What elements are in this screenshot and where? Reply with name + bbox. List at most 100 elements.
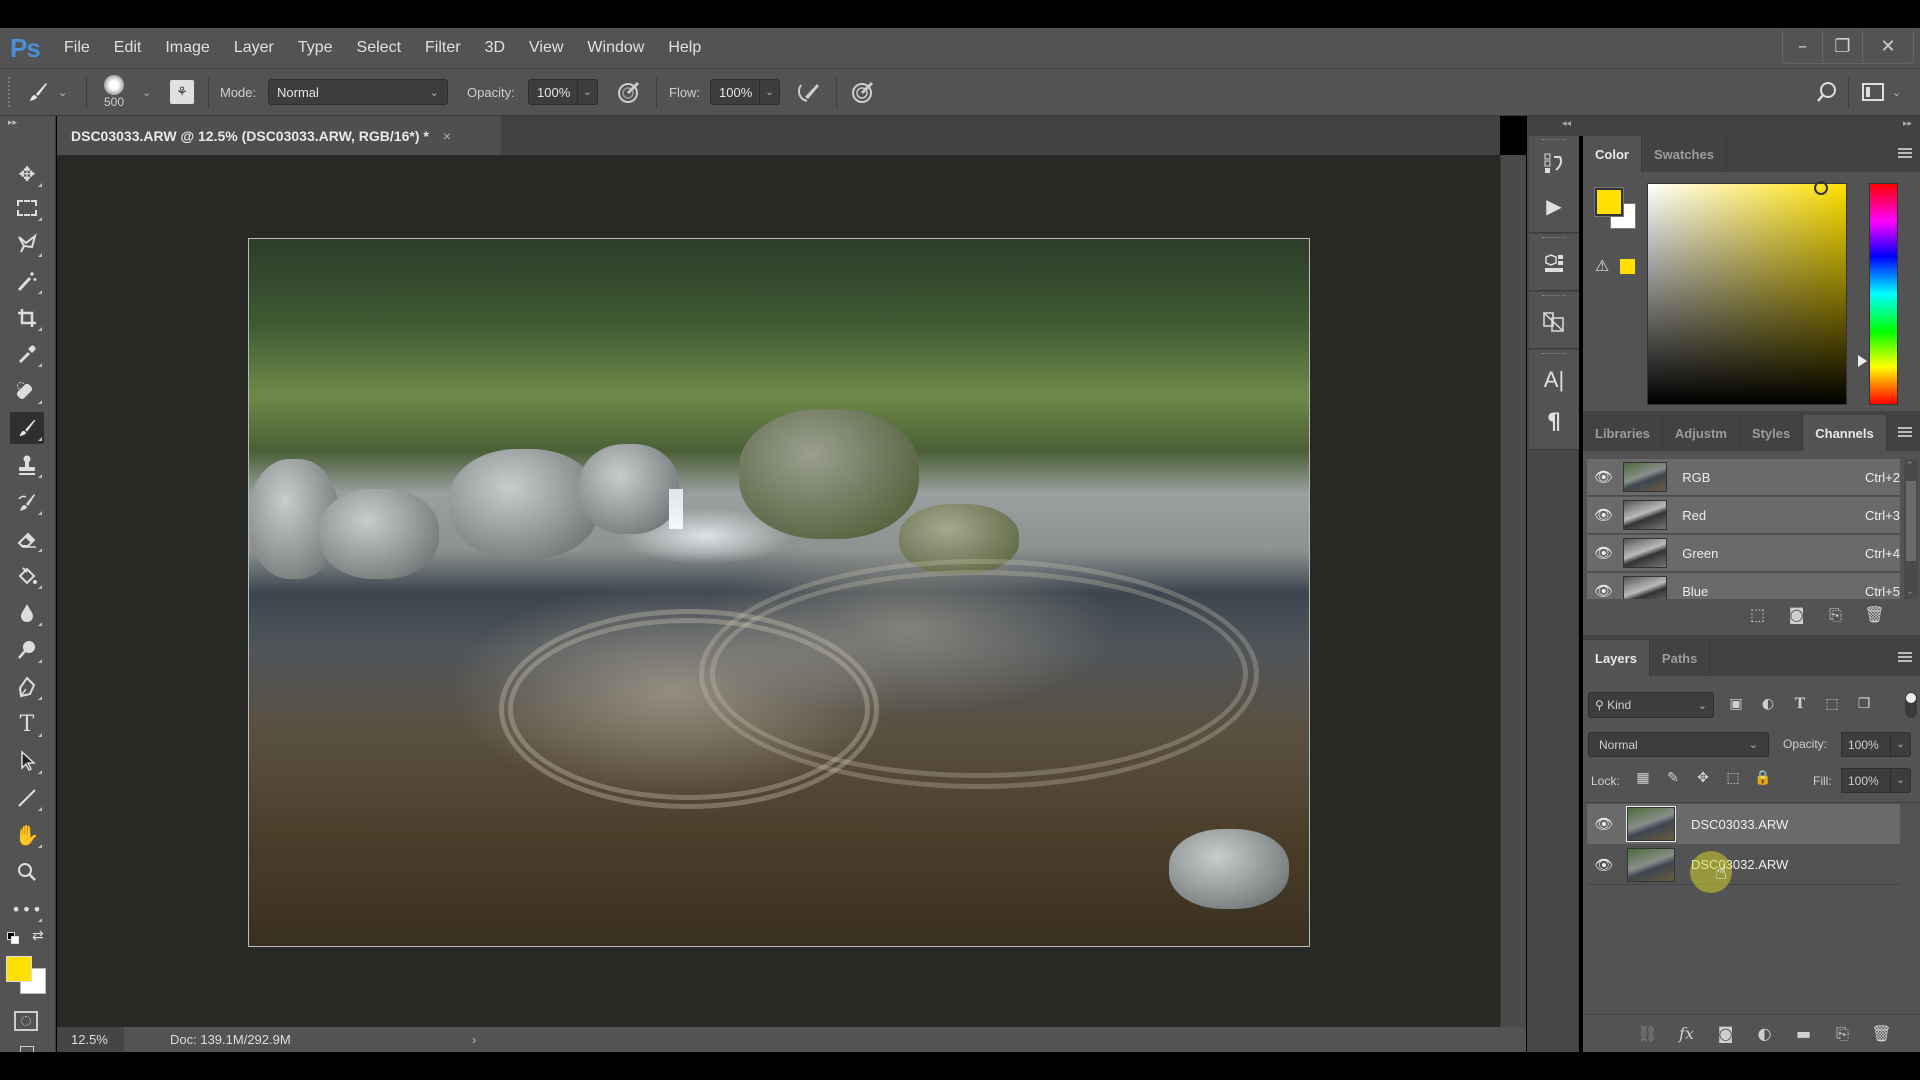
tab-libraries[interactable]: Libraries (1583, 415, 1663, 451)
eraser-tool[interactable] (10, 523, 44, 555)
lock-position-icon[interactable]: ✥ (1688, 770, 1718, 786)
menu-help[interactable]: Help (656, 39, 713, 57)
hand-tool[interactable]: ✋ (10, 819, 44, 851)
flow-input[interactable]: 100% (710, 79, 760, 105)
channel-row-rgb[interactable]: 👁 RGB Ctrl+2 (1587, 459, 1900, 496)
mode-select[interactable]: Normal ⌄ (268, 79, 448, 105)
hue-slider[interactable] (1869, 183, 1898, 405)
brush-size-picker[interactable]: 500 (104, 69, 124, 115)
channel-row-green[interactable]: 👁 Green Ctrl+4 (1587, 535, 1900, 572)
fill-dropdown[interactable]: ⌄ (1891, 768, 1911, 793)
color-picker-marker[interactable] (1814, 181, 1828, 195)
tab-styles[interactable]: Styles (1740, 415, 1804, 451)
add-layer-mask-icon[interactable]: ◙ (1706, 1024, 1745, 1044)
tab-swatches[interactable]: Swatches (1642, 136, 1727, 172)
visibility-eye-icon[interactable]: 👁 (1587, 468, 1621, 486)
paint-bucket-tool[interactable] (10, 560, 44, 592)
scroll-up-icon[interactable]: ⌃ (1906, 461, 1914, 471)
new-layer-icon[interactable]: ⎘ (1823, 1024, 1862, 1044)
menu-view[interactable]: View (517, 39, 575, 57)
visibility-eye-icon[interactable]: 👁 (1587, 815, 1621, 833)
blur-tool[interactable] (10, 597, 44, 629)
crop-tool[interactable] (10, 302, 44, 334)
zoom-tool[interactable] (10, 856, 44, 888)
expand-toolbar-icon[interactable]: ▸▸ (8, 118, 17, 128)
menu-type[interactable]: Type (286, 39, 345, 57)
color-saturation-brightness-field[interactable] (1647, 183, 1847, 405)
filter-shape-layers-icon[interactable]: ⬚ (1816, 696, 1848, 712)
history-brush-tool[interactable] (10, 486, 44, 518)
layer-opacity-input[interactable]: 100% (1841, 732, 1891, 757)
save-selection-as-channel-icon[interactable]: ◙ (1777, 605, 1816, 625)
lock-transparent-pixels-icon[interactable]: ▦ (1628, 770, 1658, 786)
tab-color[interactable]: Color (1583, 136, 1642, 172)
menu-layer[interactable]: Layer (222, 39, 286, 57)
workspace-switcher[interactable]: ⌄ (1862, 69, 1901, 115)
character-panel-button[interactable]: A| (1529, 360, 1579, 400)
swap-colors-icon[interactable]: ⇄ (32, 928, 44, 944)
expand-panels-icon[interactable]: ▸▸ (1903, 119, 1912, 129)
collapse-dock-icon[interactable]: ◂◂ (1562, 119, 1571, 129)
visibility-eye-icon[interactable]: 👁 (1587, 856, 1621, 874)
visibility-eye-icon[interactable]: 👁 (1587, 506, 1621, 524)
canvas-vertical-scrollbar[interactable] (1500, 155, 1526, 1027)
foreground-color-chip[interactable] (1594, 187, 1624, 217)
scroll-down-icon[interactable]: ⌄ (1906, 587, 1914, 597)
close-button[interactable]: ✕ (1863, 30, 1913, 62)
delete-layer-icon[interactable]: 🗑 (1862, 1024, 1901, 1044)
menu-3d[interactable]: 3D (473, 39, 517, 57)
link-layers-icon[interactable]: ⛓ (1628, 1024, 1667, 1044)
canvas-area[interactable] (57, 155, 1500, 1027)
magic-wand-tool[interactable] (10, 265, 44, 297)
clone-source-panel-button[interactable] (1529, 302, 1579, 342)
tab-channels[interactable]: Channels (1803, 415, 1887, 451)
visibility-eye-icon[interactable]: 👁 (1587, 544, 1621, 562)
restore-button[interactable]: ❐ (1823, 30, 1863, 62)
eyedropper-tool[interactable] (10, 338, 44, 370)
out-of-gamut-warning-icon[interactable]: ⚠ (1595, 256, 1609, 275)
menu-edit[interactable]: Edit (102, 39, 154, 57)
type-tool[interactable]: T (10, 708, 44, 740)
layer-name[interactable]: DSC03033.ARW (1691, 817, 1788, 832)
actions-panel-button[interactable]: ▶ (1529, 186, 1579, 226)
menu-window[interactable]: Window (575, 39, 656, 57)
airbrush-button[interactable] (795, 69, 821, 115)
filter-pixel-layers-icon[interactable]: ▣ (1720, 696, 1752, 712)
tab-paths[interactable]: Paths (1650, 640, 1711, 676)
opacity-input[interactable]: 100% (528, 79, 578, 105)
new-adjustment-layer-icon[interactable]: ◐ (1745, 1024, 1784, 1044)
layer-opacity-dropdown[interactable]: ⌄ (1891, 732, 1911, 757)
chevron-down-icon[interactable]: ⌄ (142, 69, 151, 115)
new-group-folder-icon[interactable]: ▬ (1784, 1024, 1823, 1044)
hue-slider-handle[interactable] (1858, 355, 1867, 367)
filter-smart-objects-icon[interactable]: ❐ (1848, 696, 1880, 712)
channel-row-red[interactable]: 👁 Red Ctrl+3 (1587, 497, 1900, 534)
layer-row-selected[interactable]: 👁 DSC03033.ARW (1587, 804, 1900, 844)
color-panel-menu-icon[interactable] (1898, 148, 1912, 158)
lock-image-pixels-icon[interactable]: ✎ (1658, 770, 1688, 786)
clone-stamp-tool[interactable] (10, 449, 44, 481)
lock-artboard-icon[interactable]: ⬚ (1718, 770, 1748, 786)
channels-scrollbar[interactable]: ⌃ ⌄ (1904, 459, 1918, 599)
marquee-tool[interactable] (10, 192, 44, 224)
close-tab-icon[interactable]: × (443, 128, 451, 144)
gamut-correction-swatch[interactable] (1619, 258, 1636, 275)
channel-row-blue[interactable]: 👁 Blue Ctrl+5 (1587, 573, 1900, 599)
move-tool[interactable]: ✥ (10, 158, 44, 190)
history-panel-button[interactable] (1529, 144, 1579, 184)
menu-image[interactable]: Image (153, 39, 221, 57)
lasso-tool[interactable] (10, 228, 44, 260)
filter-type-layers-icon[interactable]: T (1784, 696, 1816, 712)
screen-mode-button[interactable] (20, 1046, 34, 1052)
zoom-level-field[interactable]: 12.5% (57, 1027, 124, 1052)
document-image[interactable] (248, 238, 1310, 947)
properties-panel-button[interactable] (1529, 244, 1579, 284)
visibility-eye-icon[interactable]: 👁 (1587, 582, 1621, 599)
search-button[interactable] (1815, 69, 1839, 115)
default-colors-button[interactable] (7, 932, 19, 944)
menu-file[interactable]: File (52, 39, 102, 57)
fill-input[interactable]: 100% (1841, 768, 1891, 793)
status-menu-arrow[interactable]: › (472, 1032, 476, 1047)
options-bar-grip[interactable] (8, 77, 11, 107)
delete-channel-icon[interactable]: 🗑 (1855, 605, 1894, 625)
